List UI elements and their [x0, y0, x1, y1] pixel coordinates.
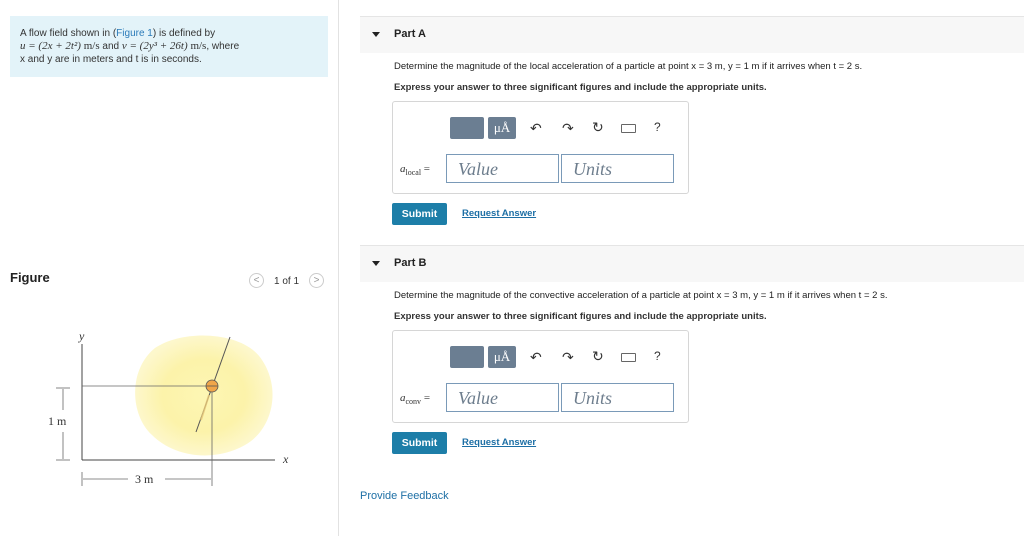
flow-region [135, 335, 273, 456]
units-button[interactable]: μÅ [488, 346, 516, 368]
v-unit: m/s [190, 40, 207, 52]
part-a-title: Part A [394, 28, 426, 40]
part-a-question: Determine the magnitude of the local acc… [394, 61, 863, 72]
figure-link[interactable]: Figure 1 [116, 28, 153, 39]
keyboard-icon[interactable] [621, 353, 636, 362]
part-a-submit-button[interactable]: Submit [392, 203, 447, 225]
column-divider [338, 0, 339, 536]
part-b-header[interactable] [360, 245, 1024, 282]
part-b-units-input[interactable]: Units [561, 383, 674, 412]
part-a-variable-label: alocal = [400, 163, 431, 178]
dimension-horizontal-label: 3 m [135, 472, 154, 486]
reset-icon[interactable]: ↻ [592, 119, 604, 135]
collapse-caret-icon[interactable] [372, 261, 380, 266]
help-icon[interactable]: ? [654, 348, 661, 364]
collapse-caret-icon[interactable] [372, 32, 380, 37]
part-b-variable-label: aconv = [400, 392, 431, 407]
u-expression: u = (2x + 2t²) [20, 40, 81, 52]
redo-icon[interactable]: ↷ [562, 120, 574, 136]
templates-button[interactable] [450, 346, 484, 368]
y-axis-label: y [79, 329, 85, 343]
part-a-instruction: Express your answer to three significant… [394, 82, 767, 93]
keyboard-icon[interactable] [621, 124, 636, 133]
figure-title: Figure [10, 270, 50, 285]
part-a-header[interactable] [360, 16, 1024, 53]
x-axis-label: x [283, 452, 289, 466]
prev-figure-button[interactable]: < [249, 273, 264, 288]
undo-icon[interactable]: ↶ [530, 120, 542, 136]
problem-line-1: A flow field shown in (Figure 1) is defi… [20, 28, 216, 39]
part-b-title: Part B [394, 257, 427, 269]
v-expression: v = (2y³ + 26t) [121, 40, 188, 52]
part-b-value-input[interactable]: Value [446, 383, 559, 412]
problem-line-3: x and y are in meters and t is in second… [20, 54, 202, 65]
part-b-instruction: Express your answer to three significant… [394, 311, 767, 322]
redo-icon[interactable]: ↷ [562, 349, 574, 365]
problem-line-2: u = (2x + 2t²) m/s and v = (2y³ + 26t) m… [20, 40, 240, 52]
part-a-request-answer-link[interactable]: Request Answer [462, 208, 536, 219]
part-a-units-input[interactable]: Units [561, 154, 674, 183]
part-b-question: Determine the magnitude of the convectiv… [394, 290, 888, 301]
dimension-vertical-label: 1 m [48, 414, 67, 428]
next-figure-button[interactable]: > [309, 273, 324, 288]
help-icon[interactable]: ? [654, 119, 661, 135]
flow-field-figure [56, 335, 275, 486]
reset-icon[interactable]: ↻ [592, 348, 604, 364]
figure-pager-count: 1 of 1 [274, 276, 300, 287]
templates-button[interactable] [450, 117, 484, 139]
units-button[interactable]: μÅ [488, 117, 516, 139]
part-b-submit-button[interactable]: Submit [392, 432, 447, 454]
problem-statement: A flow field shown in (Figure 1) is defi… [10, 16, 328, 77]
part-b-request-answer-link[interactable]: Request Answer [462, 437, 536, 448]
u-unit: m/s [83, 40, 100, 52]
provide-feedback-link[interactable]: Provide Feedback [360, 490, 449, 502]
part-a-value-input[interactable]: Value [446, 154, 559, 183]
undo-icon[interactable]: ↶ [530, 349, 542, 365]
